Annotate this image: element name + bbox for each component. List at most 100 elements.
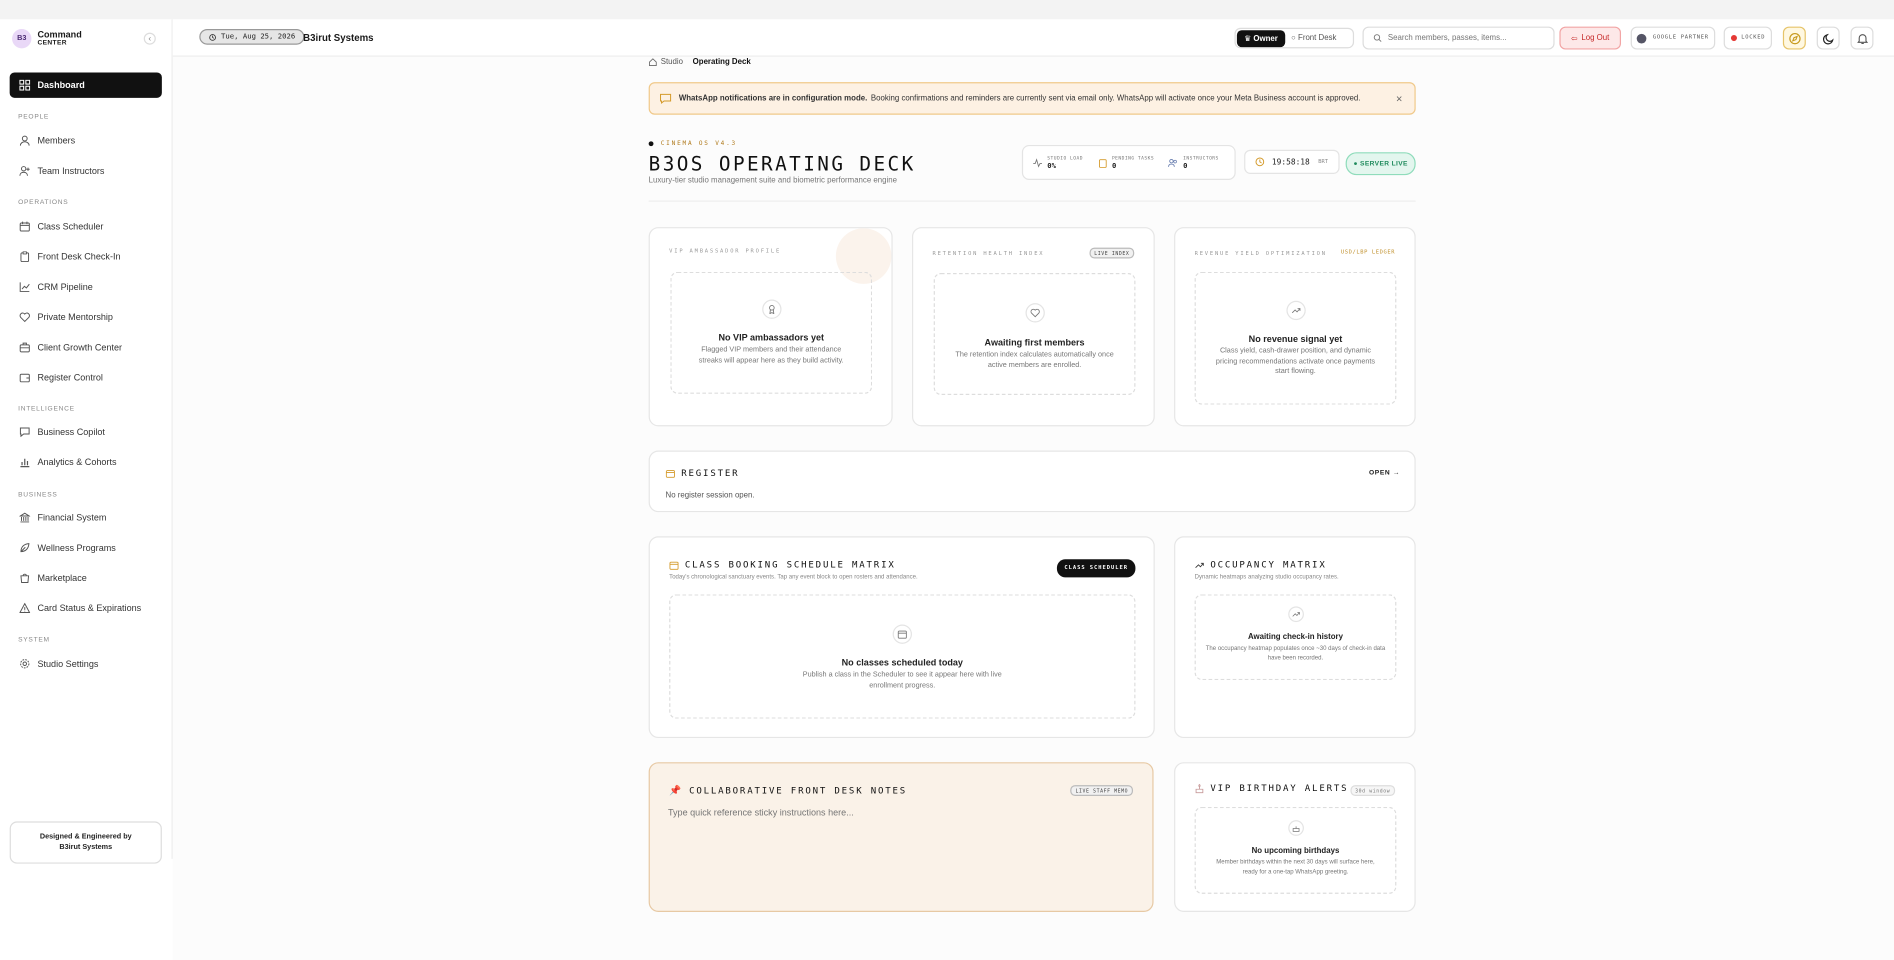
stat-instructors: INSTRUCTORS 0 <box>1168 154 1219 171</box>
empty-state: No upcoming birthdays Member birthdays w… <box>1194 806 1397 894</box>
empty-desc: Member birthdays within the next 30 days… <box>1216 858 1375 876</box>
clock-timezone: BRT <box>1318 158 1329 165</box>
trend-icon <box>19 281 30 292</box>
card-tag: RETENTION HEALTH INDEX <box>932 251 1045 258</box>
trend-up-icon <box>1285 300 1306 321</box>
birthday-title-text: VIP BIRTHDAY ALERTS <box>1210 782 1349 794</box>
close-icon[interactable]: × <box>1396 93 1402 105</box>
sidebar-item-label: Card Status & Expirations <box>37 602 142 614</box>
window-top-strip <box>0 0 1894 20</box>
collapse-sidebar-button[interactable]: ‹ <box>143 32 156 45</box>
notes-title: 📌 COLLABORATIVE FRONT DESK NOTES <box>669 785 907 796</box>
eyebrow-text: CINEMA OS V4.3 <box>660 140 738 148</box>
brand[interactable]: B3 Command CENTER <box>12 28 82 49</box>
occupancy-title-text: OCCUPANCY MATRIX <box>1210 559 1327 571</box>
bar-chart-icon <box>19 457 30 468</box>
warning-icon <box>19 602 31 614</box>
google-partner-label: GOOGLE PARTNER <box>1652 35 1709 42</box>
bag-icon <box>19 573 30 584</box>
search-box[interactable] <box>1362 26 1555 50</box>
empty-title: No classes scheduled today <box>841 657 963 668</box>
schedule-title: CLASS BOOKING SCHEDULE MATRIX <box>669 559 895 570</box>
empty-desc: Publish a class in the Scheduler to see … <box>802 671 1002 690</box>
credit-line: Designed & Engineered by <box>39 833 132 841</box>
sidebar-item-label: Dashboard <box>37 79 85 91</box>
front-desk-notes-card: 📌 COLLABORATIVE FRONT DESK NOTES LIVE ST… <box>648 762 1154 912</box>
sidebar-item-label: CRM Pipeline <box>37 281 93 293</box>
search-input[interactable] <box>1387 33 1545 43</box>
sidebar-item-label: Marketplace <box>37 572 87 584</box>
server-status-badge: ● SERVER LIVE <box>1345 152 1416 176</box>
sidebar-item-label: Class Scheduler <box>37 221 104 232</box>
ledger-badge: USD/LBP LEDGER <box>1340 250 1396 257</box>
message-icon <box>660 93 672 104</box>
clipboard-icon <box>1097 158 1107 168</box>
clipboard-icon <box>19 251 30 263</box>
search-icon <box>1373 34 1382 42</box>
role-owner-label: Owner <box>1253 34 1278 43</box>
compass-button[interactable] <box>1782 26 1806 50</box>
register-open-link[interactable]: OPEN → <box>1369 470 1400 477</box>
register-status: No register session open. <box>665 491 755 501</box>
stat-studio-load: STUDIO LOAD 0% <box>1033 154 1083 171</box>
stat-pending-tasks: PENDING TASKS 0 <box>1097 154 1154 171</box>
theme-toggle-button[interactable] <box>1816 26 1840 50</box>
sidebar-item-client-growth-center[interactable]: Client Growth Center <box>10 335 162 360</box>
sidebar-item-label: Financial System <box>37 512 107 524</box>
cake-icon <box>1287 820 1304 836</box>
vip-birthday-card: VIP BIRTHDAY ALERTS 30d window No upcomi… <box>1174 762 1416 912</box>
notifications-button[interactable] <box>1850 26 1874 50</box>
sidebar-item-crm-pipeline[interactable]: CRM Pipeline <box>10 274 162 299</box>
sidebar-item-financial-system[interactable]: Financial System <box>10 505 162 530</box>
user-icon <box>19 135 30 146</box>
sidebar-item-analytics-cohorts[interactable]: Analytics & Cohorts <box>10 449 162 474</box>
role-front-desk-button[interactable]: ○ Front Desk <box>1285 34 1342 42</box>
sidebar-item-wellness-programs[interactable]: Wellness Programs <box>10 535 162 560</box>
hero-eyebrow: CINEMA OS V4.3 <box>648 140 738 148</box>
page-title: B3OS OPERATING DECK <box>648 152 916 176</box>
sidebar-item-label: Private Mentorship <box>37 311 113 323</box>
sidebar-item-class-scheduler[interactable]: Class Scheduler <box>10 214 162 239</box>
award-icon <box>761 299 781 319</box>
notes-input[interactable] <box>667 806 1127 892</box>
empty-title: No upcoming birthdays <box>1251 846 1340 856</box>
date-text: Tue, Aug 25, 2026 <box>221 32 296 42</box>
banner-text: Booking confirmations and reminders are … <box>870 94 1361 103</box>
google-partner-badge[interactable]: GOOGLE PARTNER <box>1630 26 1716 50</box>
sidebar-item-business-copilot[interactable]: Business Copilot <box>10 419 162 444</box>
sidebar-item-card-status[interactable]: Card Status & Expirations <box>10 595 162 620</box>
bank-icon <box>19 512 31 523</box>
breadcrumb-root[interactable]: Studio <box>661 58 683 66</box>
wallet-icon <box>19 372 30 383</box>
role-owner-button[interactable]: ♛ Owner <box>1236 29 1286 47</box>
brand-subtitle: CENTER <box>37 39 67 48</box>
live-index-badge: LIVE INDEX <box>1089 247 1135 259</box>
empty-state: No classes scheduled today Publish a cla… <box>669 594 1136 719</box>
chevron-left-icon: ‹ <box>148 34 152 43</box>
class-scheduler-button[interactable]: CLASS SCHEDULER <box>1056 559 1136 578</box>
section-intelligence: INTELLIGENCE <box>18 405 75 414</box>
trend-up-icon <box>1287 606 1304 623</box>
stat-value: 0% <box>1047 161 1056 170</box>
lock-status-badge[interactable]: LOCKED <box>1723 26 1773 50</box>
sidebar-item-label: Business Copilot <box>37 426 105 438</box>
breadcrumb-current: Operating Deck <box>692 57 751 67</box>
sidebar-item-register-control[interactable]: Register Control <box>10 365 162 390</box>
logout-button[interactable]: ⇦ Log Out <box>1559 26 1622 50</box>
stat-label: PENDING TASKS <box>1111 154 1155 161</box>
sidebar-item-marketplace[interactable]: Marketplace <box>10 565 162 590</box>
empty-state: Awaiting check-in history The occupancy … <box>1194 594 1397 681</box>
section-business: BUSINESS <box>18 491 58 499</box>
user-plus-icon <box>19 165 30 176</box>
sidebar-item-team-instructors[interactable]: Team Instructors <box>10 158 162 183</box>
banner-bold: WhatsApp notifications are in configurat… <box>678 94 868 103</box>
empty-state: Awaiting first members The retention ind… <box>933 272 1136 395</box>
sidebar-item-dashboard[interactable]: Dashboard <box>9 72 162 98</box>
credit-company: B3irut Systems <box>59 844 113 852</box>
sidebar-item-members[interactable]: Members <box>10 128 162 153</box>
sidebar-item-private-mentorship[interactable]: Private Mentorship <box>10 304 162 329</box>
users-icon <box>1168 158 1179 168</box>
sidebar-item-studio-settings[interactable]: Studio Settings <box>10 651 162 676</box>
sidebar-item-front-desk-checkin[interactable]: Front Desk Check-In <box>10 244 162 269</box>
date-pill[interactable]: Tue, Aug 25, 2026 <box>199 28 305 45</box>
